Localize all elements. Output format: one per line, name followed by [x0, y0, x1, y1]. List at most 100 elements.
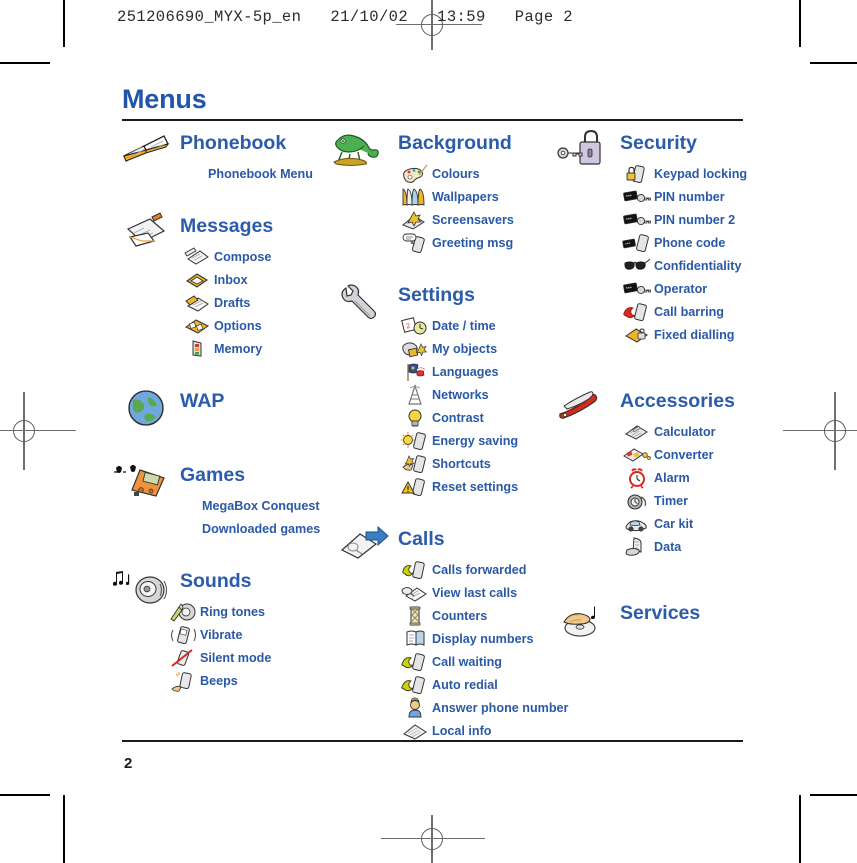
item-label: Colours [432, 166, 480, 181]
section-title: Services [620, 602, 701, 624]
list-item[interactable]: Inbox [180, 268, 333, 291]
globe-icon [118, 386, 174, 430]
list-item[interactable]: Call waiting [398, 650, 551, 673]
section-sounds: Sounds Ring tones Vibrate Silent mode Be… [113, 566, 333, 692]
list-item[interactable]: *** PIN number [620, 185, 763, 208]
items-phonebook: Phonebook Menu [118, 162, 333, 185]
registration-mark-left [0, 392, 76, 470]
list-item[interactable]: Answer phone number [398, 696, 568, 719]
section-title: Messages [180, 215, 274, 237]
list-item[interactable]: Greeting msg [398, 231, 551, 254]
palette-icon [398, 163, 432, 185]
crop-mark-bottom-left-vertical [63, 795, 65, 863]
items-calls: Calls forwarded View last calls Counters… [336, 558, 568, 742]
list-item[interactable]: MegaBox Conquest [202, 494, 333, 517]
section-header-calls[interactable]: Calls [336, 524, 551, 559]
list-item[interactable]: Beeps [166, 669, 333, 692]
sunglasses-icon [620, 255, 654, 277]
list-item[interactable]: Local info [398, 719, 551, 742]
list-item[interactable]: Wallpapers [398, 185, 551, 208]
alarm-clock-icon [620, 467, 654, 489]
section-messages: Messages Compose Inbox Drafts Options Me… [118, 211, 333, 360]
section-header-background[interactable]: Background [333, 128, 551, 166]
list-item[interactable]: Counters [398, 604, 551, 627]
list-item[interactable]: *** Operator [620, 277, 763, 300]
list-item[interactable]: *** Phone code [620, 231, 763, 254]
section-header-phonebook[interactable]: Phonebook [118, 128, 333, 162]
list-item[interactable]: Alarm [620, 466, 763, 489]
list-item[interactable]: Car kit [620, 512, 763, 535]
list-item[interactable]: Timer [620, 489, 763, 512]
column-right: Security Keypad locking *** PIN number *… [557, 128, 763, 637]
list-item[interactable]: Options [180, 314, 333, 337]
list-item[interactable]: Keypad locking [620, 162, 763, 185]
section-wap: WAP [118, 386, 333, 426]
list-item[interactable]: Screensavers [398, 208, 551, 231]
list-item[interactable]: Networks [398, 383, 551, 406]
list-item[interactable]: Shortcuts [398, 452, 551, 475]
call-waiting-icon [398, 651, 432, 673]
options-icon [180, 315, 214, 337]
list-item[interactable]: View last calls [398, 581, 551, 604]
timer-icon [620, 490, 654, 512]
svg-text:***: *** [626, 216, 633, 223]
list-item[interactable]: Compose [180, 245, 333, 268]
item-label: Fixed dialling [654, 327, 735, 342]
list-item[interactable]: My objects [398, 337, 551, 360]
item-label: Energy saving [432, 433, 519, 448]
list-item[interactable]: Drafts [180, 291, 333, 314]
section-background: Background Colours Wallpapers Screensave… [333, 128, 551, 254]
shortcuts-icon [398, 453, 432, 475]
list-item[interactable]: Reset settings [398, 475, 551, 498]
section-header-sounds[interactable]: Sounds [113, 566, 333, 604]
list-item[interactable]: Fixed dialling [620, 323, 763, 346]
section-calls: Calls Calls forwarded View last calls Co… [336, 524, 568, 742]
section-header-accessories[interactable]: Accessories [558, 386, 763, 420]
fixed-dialling-icon [620, 324, 654, 346]
list-item[interactable]: Display numbers [398, 627, 551, 650]
list-item[interactable]: Ring tones [166, 600, 333, 623]
section-header-wap[interactable]: WAP [118, 386, 333, 426]
item-label: Options [214, 318, 262, 333]
list-item[interactable]: Colours [398, 162, 551, 185]
section-header-services[interactable]: Services [558, 598, 763, 637]
list-item[interactable]: Phonebook Menu [208, 162, 333, 185]
list-item[interactable]: Silent mode [166, 646, 333, 669]
header-rule [122, 119, 743, 121]
list-item[interactable]: Call barring [620, 300, 763, 323]
list-item[interactable]: Downloaded games [202, 517, 333, 540]
section-header-games[interactable]: Games [114, 460, 333, 497]
item-label: Shortcuts [432, 456, 491, 471]
item-label: MegaBox Conquest [202, 498, 320, 513]
list-item[interactable]: Memory [180, 337, 333, 360]
list-item[interactable]: 2 Date / time [398, 314, 551, 337]
registration-mark-bottom [381, 815, 485, 863]
list-item[interactable]: Calculator [620, 420, 763, 443]
items-background: Colours Wallpapers Screensavers Greeting… [336, 162, 551, 254]
item-label: Greeting msg [432, 235, 514, 250]
list-item[interactable]: Converter [620, 443, 763, 466]
list-item[interactable]: Contrast [398, 406, 551, 429]
list-item[interactable]: Data [620, 535, 763, 558]
list-item[interactable]: Auto redial [398, 673, 551, 696]
list-item[interactable]: Confidentiality [620, 254, 763, 277]
item-label: Phone code [654, 235, 726, 250]
list-item[interactable]: Languages [398, 360, 551, 383]
list-item[interactable]: Calls forwarded [398, 558, 551, 581]
item-label: Operator [654, 281, 708, 296]
item-label: Screensavers [432, 212, 514, 227]
section-title: Phonebook [180, 132, 287, 154]
item-label: Answer phone number [432, 700, 569, 715]
auto-redial-icon [398, 674, 432, 696]
item-label: View last calls [432, 585, 518, 600]
item-label: Call waiting [432, 654, 502, 669]
list-item[interactable]: *** PIN number 2 [620, 208, 763, 231]
answer-phone-icon [398, 697, 432, 719]
list-item[interactable]: Energy saving [398, 429, 551, 452]
list-item[interactable]: Vibrate [166, 623, 333, 646]
section-header-settings[interactable]: Settings [336, 280, 551, 320]
section-header-messages[interactable]: Messages [118, 211, 333, 247]
section-header-security[interactable]: Security [557, 128, 763, 165]
